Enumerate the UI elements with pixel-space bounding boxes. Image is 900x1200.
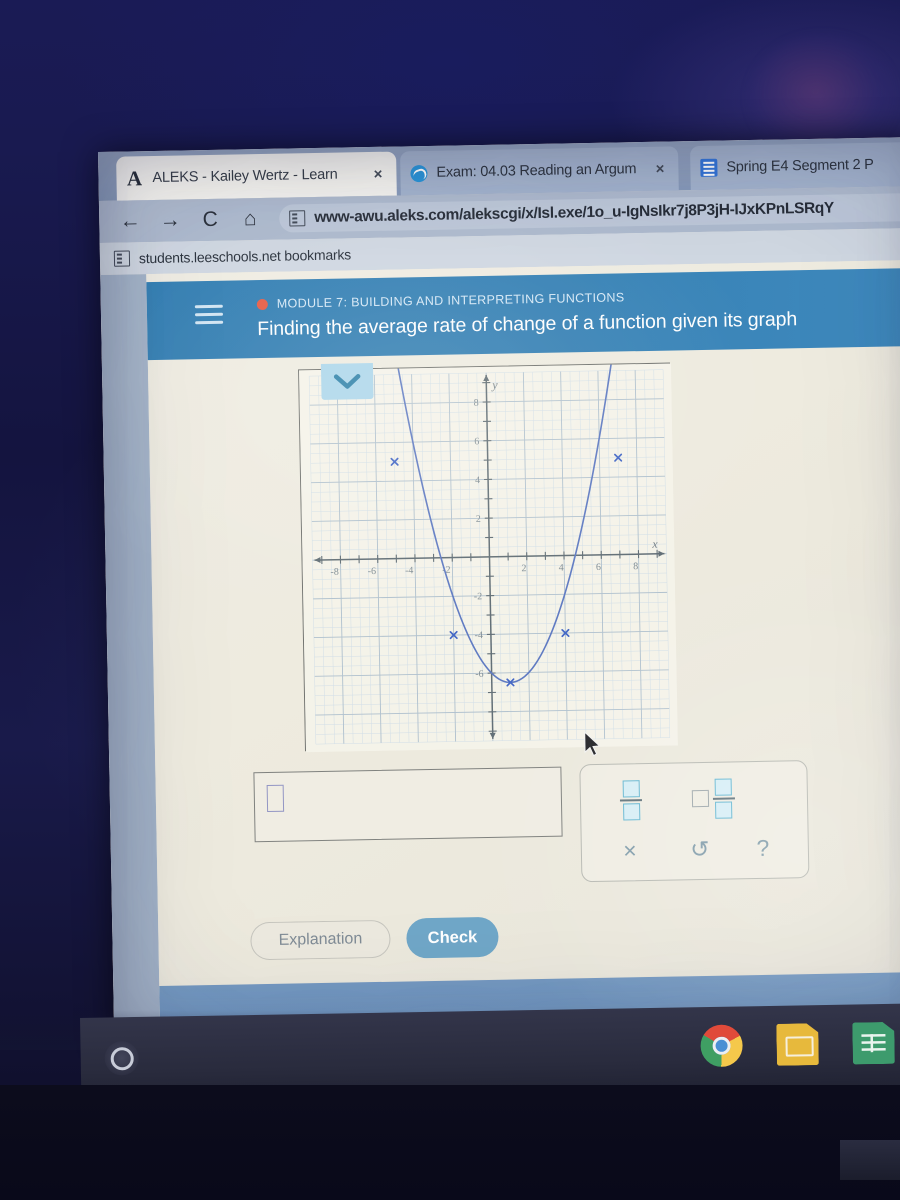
shelf-right-edge (840, 1140, 900, 1180)
laptop-screen: A ALEKS - Kailey Wertz - Learn × Exam: 0… (98, 136, 900, 1042)
clear-button[interactable]: × (604, 830, 657, 871)
graph-panel: -8 -6 -4 -2 2 4 6 8 8 6 4 2 -2 -4 -6 x y (298, 362, 678, 753)
clear-icon: × (622, 836, 637, 863)
mouse-cursor (584, 731, 601, 757)
url-text: www-awu.aleks.com/alekscgi/x/Isl.exe/1o_… (314, 199, 835, 227)
svg-text:-4: -4 (405, 565, 414, 576)
svg-text:-2: -2 (474, 591, 483, 602)
svg-text:2: 2 (521, 563, 526, 574)
undo-icon: ↺ (689, 835, 710, 862)
svg-text:8: 8 (633, 561, 638, 572)
page-title: Finding the average rate of change of a … (257, 308, 798, 341)
forward-icon[interactable]: → (153, 203, 188, 238)
answer-input[interactable] (253, 766, 563, 843)
mixed-number-button[interactable] (681, 776, 746, 821)
tab-label: ALEKS - Kailey Wertz - Learn (152, 166, 338, 187)
input-caret-box (266, 784, 285, 813)
bookmark-item[interactable]: students.leeschools.net bookmarks (139, 246, 351, 266)
svg-text:-6: -6 (368, 566, 377, 577)
tab-close-icon[interactable]: × (649, 160, 670, 177)
lower-bezel (0, 1085, 900, 1200)
web-page: MODULE 7: BUILDING AND INTERPRETING FUNC… (100, 259, 900, 1042)
svg-text:x: x (651, 537, 658, 551)
tab-close-icon[interactable]: × (368, 165, 389, 182)
svg-text:4: 4 (559, 563, 564, 574)
site-info-icon (289, 210, 306, 227)
browser-tab-exam[interactable]: Exam: 04.03 Reading an Argum × (400, 146, 679, 196)
home-icon[interactable]: ⌂ (233, 202, 268, 237)
help-icon: ? (756, 834, 770, 861)
svg-text:-6: -6 (475, 669, 484, 680)
module-banner: MODULE 7: BUILDING AND INTERPRETING FUNC… (146, 267, 900, 361)
chevron-down-icon[interactable] (320, 362, 374, 400)
document-icon (698, 158, 718, 178)
module-status-dot (256, 298, 268, 310)
reload-icon[interactable]: C (193, 203, 228, 238)
browser-tab-aleks[interactable]: A ALEKS - Kailey Wertz - Learn × (116, 151, 397, 201)
sheets-icon[interactable] (852, 1022, 895, 1065)
folder-icon (113, 250, 131, 267)
undo-button[interactable]: ↺ (674, 829, 727, 870)
globe-icon (408, 163, 428, 183)
function-graph: -8 -6 -4 -2 2 4 6 88642-2-4-6 x y (299, 363, 678, 753)
address-bar[interactable]: www-awu.aleks.com/alekscgi/x/Isl.exe/1o_… (278, 192, 900, 233)
check-button[interactable]: Check (406, 916, 499, 959)
svg-text:y: y (491, 378, 498, 392)
browser-tab-spring[interactable]: Spring E4 Segment 2 P (689, 141, 900, 191)
help-button[interactable]: ? (740, 828, 787, 869)
tab-label: Spring E4 Segment 2 P (726, 156, 874, 176)
svg-text:6: 6 (596, 562, 601, 573)
aleks-icon: A (126, 165, 143, 190)
launcher-icon[interactable] (104, 1040, 140, 1076)
slides-icon[interactable] (776, 1023, 819, 1066)
svg-text:4: 4 (475, 475, 480, 486)
page-content: MODULE 7: BUILDING AND INTERPRETING FUNC… (146, 259, 900, 1042)
module-label: MODULE 7: BUILDING AND INTERPRETING FUNC… (276, 290, 625, 311)
svg-text:-4: -4 (474, 630, 483, 641)
math-palette: × ↺ ? (579, 760, 810, 883)
svg-text:-8: -8 (330, 567, 339, 578)
svg-text:8: 8 (474, 398, 479, 409)
module-line: MODULE 7: BUILDING AND INTERPRETING FUNC… (256, 290, 625, 311)
fraction-button[interactable] (605, 778, 658, 823)
tab-label: Exam: 04.03 Reading an Argum (436, 161, 637, 181)
shelf-app-list (700, 1022, 895, 1068)
hamburger-icon[interactable] (194, 304, 224, 326)
chrome-icon[interactable] (700, 1024, 743, 1068)
svg-text:6: 6 (474, 436, 479, 447)
back-icon[interactable]: ← (113, 204, 148, 239)
svg-text:2: 2 (476, 514, 481, 525)
explanation-button[interactable]: Explanation (250, 919, 391, 961)
